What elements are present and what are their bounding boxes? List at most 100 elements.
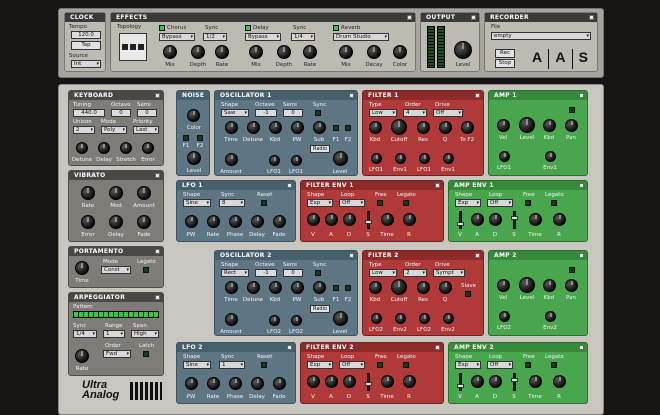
lfo1-sync-dropdown[interactable]: 8 bbox=[219, 199, 245, 207]
amp2-lfo2-knob[interactable] bbox=[499, 311, 510, 322]
osc1-kbd-knob[interactable] bbox=[269, 121, 282, 134]
osc1-lfo1b-knob[interactable] bbox=[291, 155, 302, 166]
filter2-res-knob[interactable] bbox=[417, 281, 430, 294]
chorus-enable-led[interactable] bbox=[159, 25, 165, 31]
unison-dropdown[interactable]: 2 bbox=[73, 126, 95, 134]
fenv1-shape-dropdown[interactable]: Exp bbox=[307, 199, 333, 207]
amp2-level-knob[interactable] bbox=[519, 277, 535, 293]
amp1-vel-knob[interactable] bbox=[497, 119, 510, 132]
osc1-lfo1-knob[interactable] bbox=[269, 155, 280, 166]
amp1-kbd-knob[interactable] bbox=[543, 119, 556, 132]
arp-range-dropdown[interactable]: 1 bbox=[103, 330, 125, 338]
filter2-slave-led[interactable] bbox=[465, 291, 471, 297]
aenv2-free-led[interactable] bbox=[525, 362, 531, 368]
close-icon[interactable] bbox=[435, 345, 440, 350]
osc1-octave-field[interactable]: -1 bbox=[255, 109, 277, 117]
reverb-mix-knob[interactable] bbox=[339, 45, 353, 59]
filter1-kbd-knob[interactable] bbox=[369, 121, 382, 134]
fenv1-d-knob[interactable] bbox=[343, 213, 356, 226]
noise-level-knob[interactable] bbox=[187, 151, 201, 165]
osc2-detune-knob[interactable] bbox=[247, 281, 260, 294]
osc2-level-knob[interactable] bbox=[333, 311, 348, 326]
close-icon[interactable] bbox=[475, 93, 480, 98]
close-icon[interactable] bbox=[349, 253, 354, 258]
fenv2-time-knob[interactable] bbox=[381, 375, 394, 388]
tap-button[interactable]: Tap bbox=[71, 41, 101, 50]
fenv2-shape-dropdown[interactable]: Exp bbox=[307, 361, 333, 369]
fenv1-legato-led[interactable] bbox=[403, 200, 409, 206]
tempo-field[interactable]: 120.0 bbox=[71, 31, 101, 39]
filter2-env2b-knob[interactable] bbox=[443, 313, 454, 324]
fenv1-free-led[interactable] bbox=[377, 200, 383, 206]
fenv2-legato-led[interactable] bbox=[403, 362, 409, 368]
chorus-rate-knob[interactable] bbox=[215, 45, 229, 59]
lfo1-shape-dropdown[interactable]: Sine bbox=[183, 199, 211, 207]
filter2-order-dropdown[interactable]: 2 bbox=[403, 269, 427, 277]
chorus-mix-knob[interactable] bbox=[163, 45, 177, 59]
chorus-preset-dropdown[interactable]: Bypass bbox=[159, 33, 195, 41]
osc1-sub-knob[interactable] bbox=[313, 121, 326, 134]
aenv1-r-knob[interactable] bbox=[553, 213, 566, 226]
fenv2-s-slider[interactable] bbox=[365, 373, 372, 391]
delay-rate-knob[interactable] bbox=[303, 45, 317, 59]
close-icon[interactable] bbox=[589, 15, 594, 20]
filter2-type-dropdown[interactable]: Low bbox=[369, 269, 397, 277]
osc1-detune-knob[interactable] bbox=[247, 121, 260, 134]
close-icon[interactable] bbox=[579, 183, 584, 188]
aenv2-time-knob[interactable] bbox=[529, 375, 542, 388]
aenv2-d-knob[interactable] bbox=[489, 375, 502, 388]
close-icon[interactable] bbox=[155, 93, 160, 98]
lfo2-pw-knob[interactable] bbox=[185, 377, 198, 390]
amp1-lfo1-knob[interactable] bbox=[499, 151, 510, 162]
legato-led[interactable] bbox=[143, 267, 149, 273]
lfo1-rate-knob[interactable] bbox=[207, 215, 220, 228]
lfo2-sync-dropdown[interactable]: 1 bbox=[219, 361, 245, 369]
vibrato-mod-knob[interactable] bbox=[109, 186, 123, 200]
filter2-kbd-knob[interactable] bbox=[369, 281, 382, 294]
close-icon[interactable] bbox=[407, 15, 412, 20]
aenv2-s-slider[interactable] bbox=[511, 373, 518, 391]
osc2-shape-dropdown[interactable]: Rect bbox=[221, 269, 249, 277]
detune-knob[interactable] bbox=[76, 142, 88, 154]
arp-order-dropdown[interactable]: Fwd bbox=[103, 350, 131, 358]
filter2-drive-dropdown[interactable]: Sympt bbox=[433, 269, 465, 277]
filter1-tof2-knob[interactable] bbox=[461, 121, 474, 134]
filter1-order-dropdown[interactable]: 4 bbox=[403, 109, 427, 117]
close-icon[interactable] bbox=[475, 253, 480, 258]
filter2-q-knob[interactable] bbox=[439, 281, 452, 294]
octave-field[interactable]: 0 bbox=[111, 109, 131, 117]
lfo1-fade-knob[interactable] bbox=[273, 215, 286, 228]
osc2-sub-knob[interactable] bbox=[313, 281, 326, 294]
filter2-env2-knob[interactable] bbox=[395, 313, 406, 324]
noise-color-knob[interactable] bbox=[187, 109, 200, 122]
aenv1-shape-dropdown[interactable]: Exp bbox=[455, 199, 481, 207]
arp-span-dropdown[interactable]: High bbox=[131, 330, 159, 338]
filter2-cutoff-knob[interactable] bbox=[391, 279, 407, 295]
rec-button[interactable]: Rec bbox=[495, 49, 515, 58]
filter2-lfo2-knob[interactable] bbox=[371, 313, 382, 324]
lfo2-phase-knob[interactable] bbox=[229, 377, 242, 390]
aenv1-loop-dropdown[interactable]: Off bbox=[487, 199, 513, 207]
vibrato-error-knob[interactable] bbox=[81, 215, 95, 229]
filter1-res-knob[interactable] bbox=[417, 121, 430, 134]
aenv2-shape-dropdown[interactable]: Exp bbox=[455, 361, 481, 369]
reverb-preset-dropdown[interactable]: Drum Studio bbox=[333, 33, 389, 41]
reverb-color-knob[interactable] bbox=[393, 45, 407, 59]
arp-sync-dropdown[interactable]: 1/4 bbox=[73, 330, 97, 338]
lfo1-reset-led[interactable] bbox=[261, 200, 267, 206]
osc1-f2-led[interactable] bbox=[345, 125, 351, 131]
fenv1-v-knob[interactable] bbox=[307, 213, 320, 226]
filter1-cutoff-knob[interactable] bbox=[391, 119, 407, 135]
lfo1-phase-knob[interactable] bbox=[229, 215, 242, 228]
fenv1-a-knob[interactable] bbox=[325, 213, 338, 226]
vibrato-fade-knob[interactable] bbox=[137, 215, 151, 229]
stop-button[interactable]: Stop bbox=[495, 59, 515, 68]
amp2-pan-knob[interactable] bbox=[565, 279, 578, 292]
close-icon[interactable] bbox=[155, 295, 160, 300]
semi-field[interactable]: 0 bbox=[137, 109, 157, 117]
pattern-strip[interactable] bbox=[73, 311, 159, 318]
amp2-kbd-knob[interactable] bbox=[543, 279, 556, 292]
osc2-lfo2-knob[interactable] bbox=[269, 315, 280, 326]
aenv1-a-knob[interactable] bbox=[471, 213, 484, 226]
noise-f2-led[interactable] bbox=[197, 135, 203, 141]
